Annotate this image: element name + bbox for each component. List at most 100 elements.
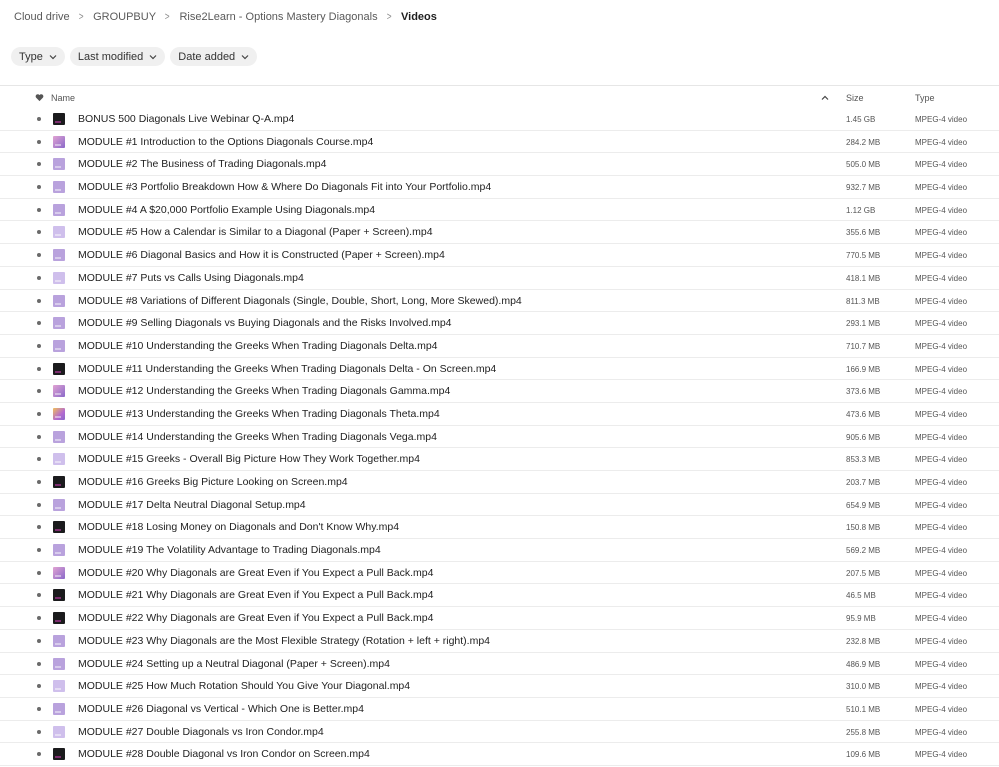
file-row[interactable]: MODULE #7 Puts vs Calls Using Diagonals.… (0, 267, 999, 290)
video-thumbnail-icon (53, 566, 65, 579)
date-added-filter-label: Date added (178, 50, 236, 63)
file-row[interactable]: MODULE #10 Understanding the Greeks When… (0, 335, 999, 358)
file-row[interactable]: MODULE #13 Understanding the Greeks When… (0, 403, 999, 426)
video-thumbnail-icon (53, 612, 65, 625)
status-dot (37, 593, 41, 598)
file-row[interactable]: MODULE #1 Introduction to the Options Di… (0, 131, 999, 154)
date-added-filter-button[interactable]: Date added (170, 47, 258, 66)
file-size: 418.1 MB (846, 273, 881, 283)
file-row[interactable]: MODULE #12 Understanding the Greeks When… (0, 380, 999, 403)
video-thumbnail-icon (53, 407, 65, 420)
file-name: MODULE #12 Understanding the Greeks When… (78, 385, 451, 398)
file-row[interactable]: MODULE #16 Greeks Big Picture Looking on… (0, 471, 999, 494)
file-row[interactable]: MODULE #5 How a Calendar is Similar to a… (0, 221, 999, 245)
status-dot (37, 525, 41, 530)
file-type: MPEG-4 video (915, 478, 968, 487)
file-row[interactable]: MODULE #2 The Business of Trading Diagon… (0, 153, 999, 177)
video-thumbnail-icon (53, 634, 65, 647)
file-size: 355.6 MB (846, 228, 881, 238)
file-row[interactable]: MODULE #17 Delta Neutral Diagonal Setup.… (0, 494, 999, 517)
file-row[interactable]: MODULE #26 Diagonal vs Vertical - Which … (0, 698, 999, 721)
file-row[interactable]: MODULE #3 Portfolio Breakdown How & Wher… (0, 176, 999, 199)
file-name: MODULE #14 Understanding the Greeks When… (78, 430, 437, 443)
video-thumbnail-icon (53, 702, 65, 715)
file-size: 203.7 MB (846, 478, 881, 487)
breadcrumb-cloud-drive[interactable]: Cloud drive (14, 11, 70, 23)
file-row[interactable]: MODULE #15 Greeks - Overall Big Picture … (0, 448, 999, 471)
file-row[interactable]: MODULE #22 Why Diagonals are Great Even … (0, 607, 999, 630)
chevron-down-icon (149, 54, 157, 59)
file-size: 310.0 MB (846, 682, 881, 692)
file-row[interactable]: MODULE #19 The Volatility Advantage to T… (0, 539, 999, 562)
size-column-header[interactable]: Size (846, 93, 864, 103)
video-thumbnail-icon (53, 498, 65, 511)
file-row[interactable]: MODULE #25 How Much Rotation Should You … (0, 675, 999, 698)
file-type: MPEG-4 video (915, 500, 968, 510)
file-name: MODULE #13 Understanding the Greeks When… (78, 407, 440, 420)
file-size: 95.9 MB (846, 614, 876, 624)
file-row[interactable]: MODULE #18 Losing Money on Diagonals and… (0, 516, 999, 540)
file-row[interactable]: MODULE #14 Understanding the Greeks When… (0, 426, 999, 449)
video-thumbnail-icon (53, 249, 65, 262)
name-column-header[interactable]: Name (51, 93, 75, 103)
type-column-header[interactable]: Type (915, 93, 935, 103)
heart-icon[interactable] (35, 93, 44, 102)
file-name: MODULE #21 Why Diagonals are Great Even … (78, 589, 434, 602)
chevron-down-icon (49, 54, 57, 59)
file-name: MODULE #20 Why Diagonals are Great Even … (78, 566, 434, 579)
file-row[interactable]: MODULE #27 Double Diagonals vs Iron Cond… (0, 721, 999, 744)
file-type: MPEG-4 video (915, 432, 968, 442)
file-list: BONUS 500 Diagonals Live Webinar Q-A.mp4… (0, 108, 999, 766)
file-name: MODULE #2 The Business of Trading Diagon… (78, 158, 327, 171)
status-dot (37, 570, 41, 575)
file-row[interactable]: MODULE #28 Double Diagonal vs Iron Condo… (0, 743, 999, 766)
file-row[interactable]: MODULE #23 Why Diagonals are the Most Fl… (0, 630, 999, 653)
sort-ascending-icon[interactable] (821, 94, 829, 102)
chevron-right-icon: > (78, 11, 84, 23)
status-dot (37, 321, 41, 326)
status-dot (37, 343, 41, 348)
file-name: MODULE #4 A $20,000 Portfolio Example Us… (78, 203, 376, 216)
file-type: MPEG-4 video (915, 568, 968, 578)
divider (0, 85, 999, 86)
file-size: 1.12 GB (846, 205, 876, 215)
file-size: 811.3 MB (846, 296, 880, 306)
file-type: MPEG-4 video (915, 704, 968, 714)
file-row[interactable]: MODULE #20 Why Diagonals are Great Even … (0, 562, 999, 585)
file-size: 166.9 MB (846, 364, 881, 374)
file-type: MPEG-4 video (915, 591, 968, 601)
file-size: 473.6 MB (846, 409, 881, 419)
video-thumbnail-icon (53, 476, 65, 488)
file-row[interactable]: BONUS 500 Diagonals Live Webinar Q-A.mp4… (0, 108, 999, 131)
status-dot (37, 457, 41, 462)
file-row[interactable]: MODULE #9 Selling Diagonals vs Buying Di… (0, 312, 999, 335)
file-row[interactable]: MODULE #4 A $20,000 Portfolio Example Us… (0, 199, 999, 222)
file-name: MODULE #28 Double Diagonal vs Iron Condo… (78, 748, 370, 761)
video-thumbnail-icon (53, 680, 65, 693)
file-row[interactable]: MODULE #8 Variations of Different Diagon… (0, 290, 999, 313)
file-type: MPEG-4 video (915, 205, 968, 215)
breadcrumb-groupbuy[interactable]: GROUPBUY (93, 11, 156, 23)
status-dot (37, 230, 41, 235)
file-row[interactable]: MODULE #6 Diagonal Basics and How it is … (0, 244, 999, 267)
file-type: MPEG-4 video (915, 273, 968, 283)
breadcrumb: Cloud drive > GROUPBUY > Rise2Learn - Op… (14, 10, 437, 24)
status-dot (37, 162, 41, 167)
file-row[interactable]: MODULE #21 Why Diagonals are Great Even … (0, 584, 999, 608)
type-filter-button[interactable]: Type (11, 47, 65, 66)
file-type: MPEG-4 video (915, 727, 968, 737)
file-row[interactable]: MODULE #11 Understanding the Greeks When… (0, 358, 999, 381)
last-modified-filter-button[interactable]: Last modified (69, 47, 166, 66)
file-row[interactable]: MODULE #24 Setting up a Neutral Diagonal… (0, 653, 999, 676)
file-size: 150.8 MB (846, 523, 881, 533)
breadcrumb-course-folder[interactable]: Rise2Learn - Options Mastery Diagonals (179, 11, 377, 23)
video-thumbnail-icon (53, 430, 65, 443)
file-type: MPEG-4 video (915, 659, 968, 669)
video-thumbnail-icon (53, 362, 65, 375)
status-dot (37, 185, 41, 190)
video-thumbnail-icon (53, 203, 65, 216)
video-thumbnail-icon (53, 294, 65, 307)
filter-bar: Type Last modified Date added (11, 47, 258, 66)
chevron-right-icon: > (386, 11, 392, 23)
file-size: 207.5 MB (846, 568, 881, 578)
